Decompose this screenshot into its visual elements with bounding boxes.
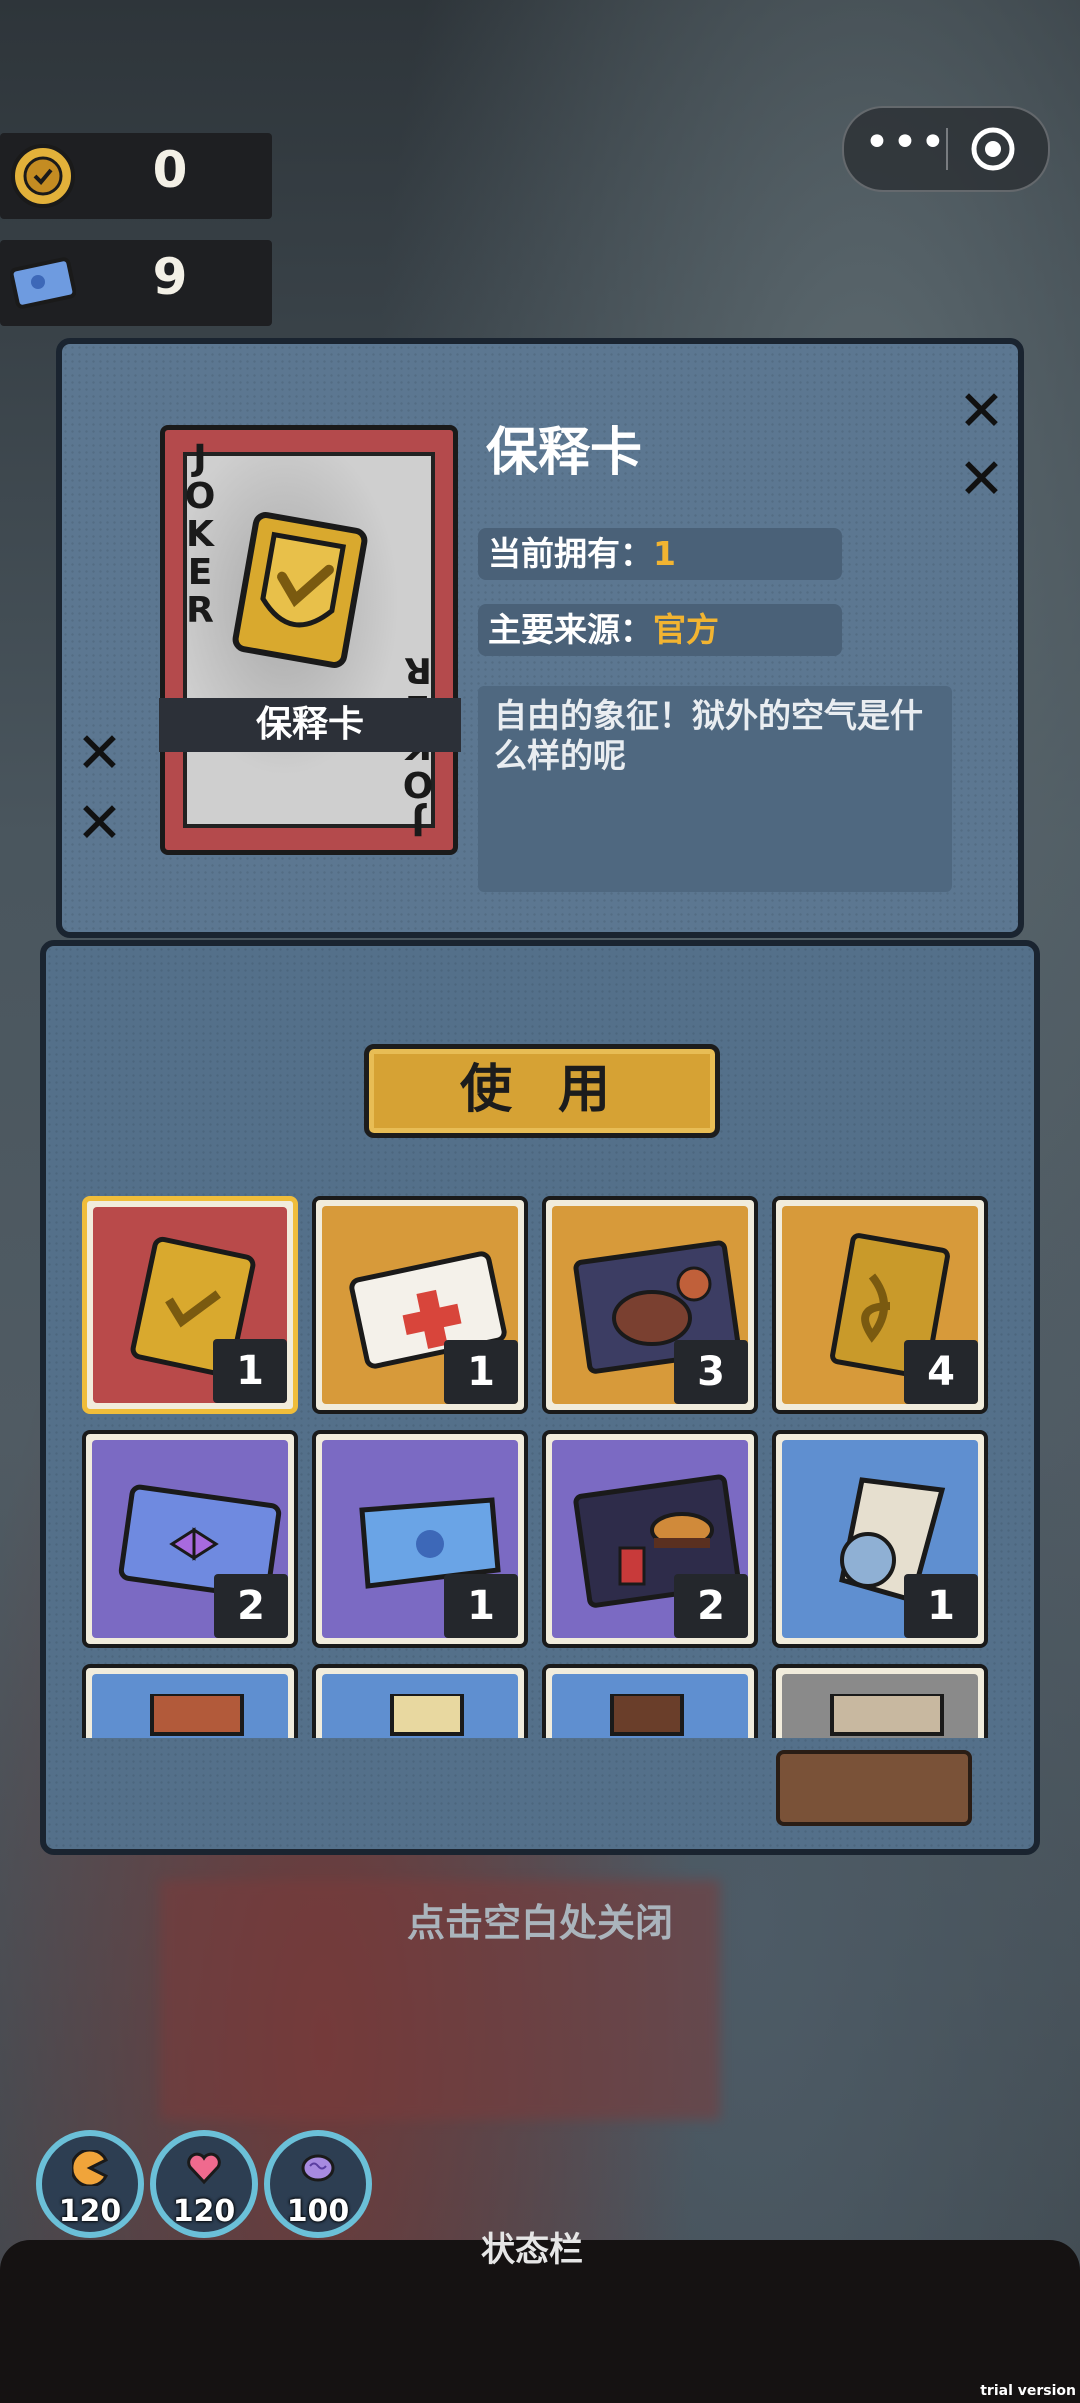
item-9-icon bbox=[150, 1694, 244, 1736]
gold-currency: 0 bbox=[0, 133, 272, 219]
inventory-slot-steak-meal[interactable]: 3 bbox=[542, 1196, 758, 1414]
owned-row: 当前拥有：1 bbox=[478, 528, 842, 580]
slot-count-badge: 3 bbox=[674, 1340, 748, 1404]
trial-version-watermark: trial version bbox=[980, 2383, 1076, 2399]
inventory-slot-toy-ticket[interactable]: 2 bbox=[82, 1430, 298, 1648]
ticket-count: 9 bbox=[152, 248, 188, 306]
item-description: 自由的象征！狱外的空气是什么样的呢 bbox=[478, 686, 952, 892]
decor-x-mark: ✕ bbox=[76, 791, 123, 856]
inventory-slot-item-12[interactable] bbox=[772, 1664, 988, 1738]
capsule-divider bbox=[946, 128, 948, 170]
slot-background bbox=[782, 1674, 978, 1738]
slot-background bbox=[92, 1674, 288, 1738]
source-row: 主要来源：官方 bbox=[478, 604, 842, 656]
ticket-currency: 9 bbox=[0, 240, 272, 326]
gold-coin-icon bbox=[11, 144, 75, 208]
card-name-banner: 保释卡 bbox=[159, 698, 461, 752]
item-12-icon bbox=[830, 1694, 944, 1736]
slot-background bbox=[322, 1674, 518, 1738]
joker-card: JOKER JOKER 保释卡 bbox=[159, 425, 461, 855]
owned-label: 当前拥有： bbox=[488, 534, 653, 573]
item-10-icon bbox=[390, 1694, 464, 1736]
target-circle-icon[interactable] bbox=[970, 126, 1016, 172]
source-value: 官方 bbox=[653, 610, 719, 649]
slot-background bbox=[552, 1674, 748, 1738]
food-icon bbox=[72, 2150, 108, 2186]
decor-x-mark: ✕ bbox=[958, 379, 1005, 444]
inventory-grid: 1 1 3 4 2 1 2 1 bbox=[82, 1196, 998, 1738]
item-title: 保释卡 bbox=[486, 423, 643, 483]
brain-icon bbox=[301, 2154, 335, 2182]
slot-count-badge: 2 bbox=[674, 1574, 748, 1638]
inventory-slot-gold-card[interactable]: 4 bbox=[772, 1196, 988, 1414]
inventory-slot-blue-ticket[interactable]: 1 bbox=[312, 1430, 528, 1648]
slot-count-badge: 4 bbox=[904, 1340, 978, 1404]
close-hint: 点击空白处关闭 bbox=[406, 1901, 673, 1945]
inventory-slot-burger-meal[interactable]: 2 bbox=[542, 1430, 758, 1648]
inventory-slot-item-11[interactable] bbox=[542, 1664, 758, 1738]
bail-emblem-icon bbox=[232, 512, 368, 668]
inventory-slot-newspaper-badge[interactable]: 1 bbox=[772, 1430, 988, 1648]
status-bar-title: 状态栏 bbox=[481, 2230, 583, 2270]
source-label: 主要来源： bbox=[488, 610, 653, 649]
card-corner-label: JOKER bbox=[184, 438, 216, 631]
slot-count-badge: 1 bbox=[444, 1340, 518, 1404]
inventory-slot-medical-card[interactable]: 1 bbox=[312, 1196, 528, 1414]
inventory-slot-bail-card[interactable]: 1 bbox=[82, 1196, 298, 1414]
wooden-plank-decor bbox=[776, 1750, 972, 1826]
blue-ticket-icon bbox=[10, 257, 76, 309]
more-dots-icon[interactable]: ••• bbox=[864, 121, 946, 168]
slot-count-badge: 1 bbox=[444, 1574, 518, 1638]
slot-count-badge: 2 bbox=[214, 1574, 288, 1638]
decor-x-mark: ✕ bbox=[76, 721, 123, 786]
owned-value: 1 bbox=[653, 534, 676, 573]
slot-count-badge: 1 bbox=[213, 1339, 287, 1403]
heart-icon bbox=[187, 2152, 221, 2185]
item-11-icon bbox=[610, 1694, 684, 1736]
slot-count-badge: 1 bbox=[904, 1574, 978, 1638]
inventory-slot-item-9[interactable] bbox=[82, 1664, 298, 1738]
decor-x-mark: ✕ bbox=[958, 447, 1005, 512]
gold-count: 0 bbox=[152, 141, 188, 199]
use-button[interactable]: 使 用 bbox=[364, 1044, 720, 1138]
miniprogram-capsule: ••• bbox=[842, 106, 1050, 192]
inventory-slot-item-10[interactable] bbox=[312, 1664, 528, 1738]
